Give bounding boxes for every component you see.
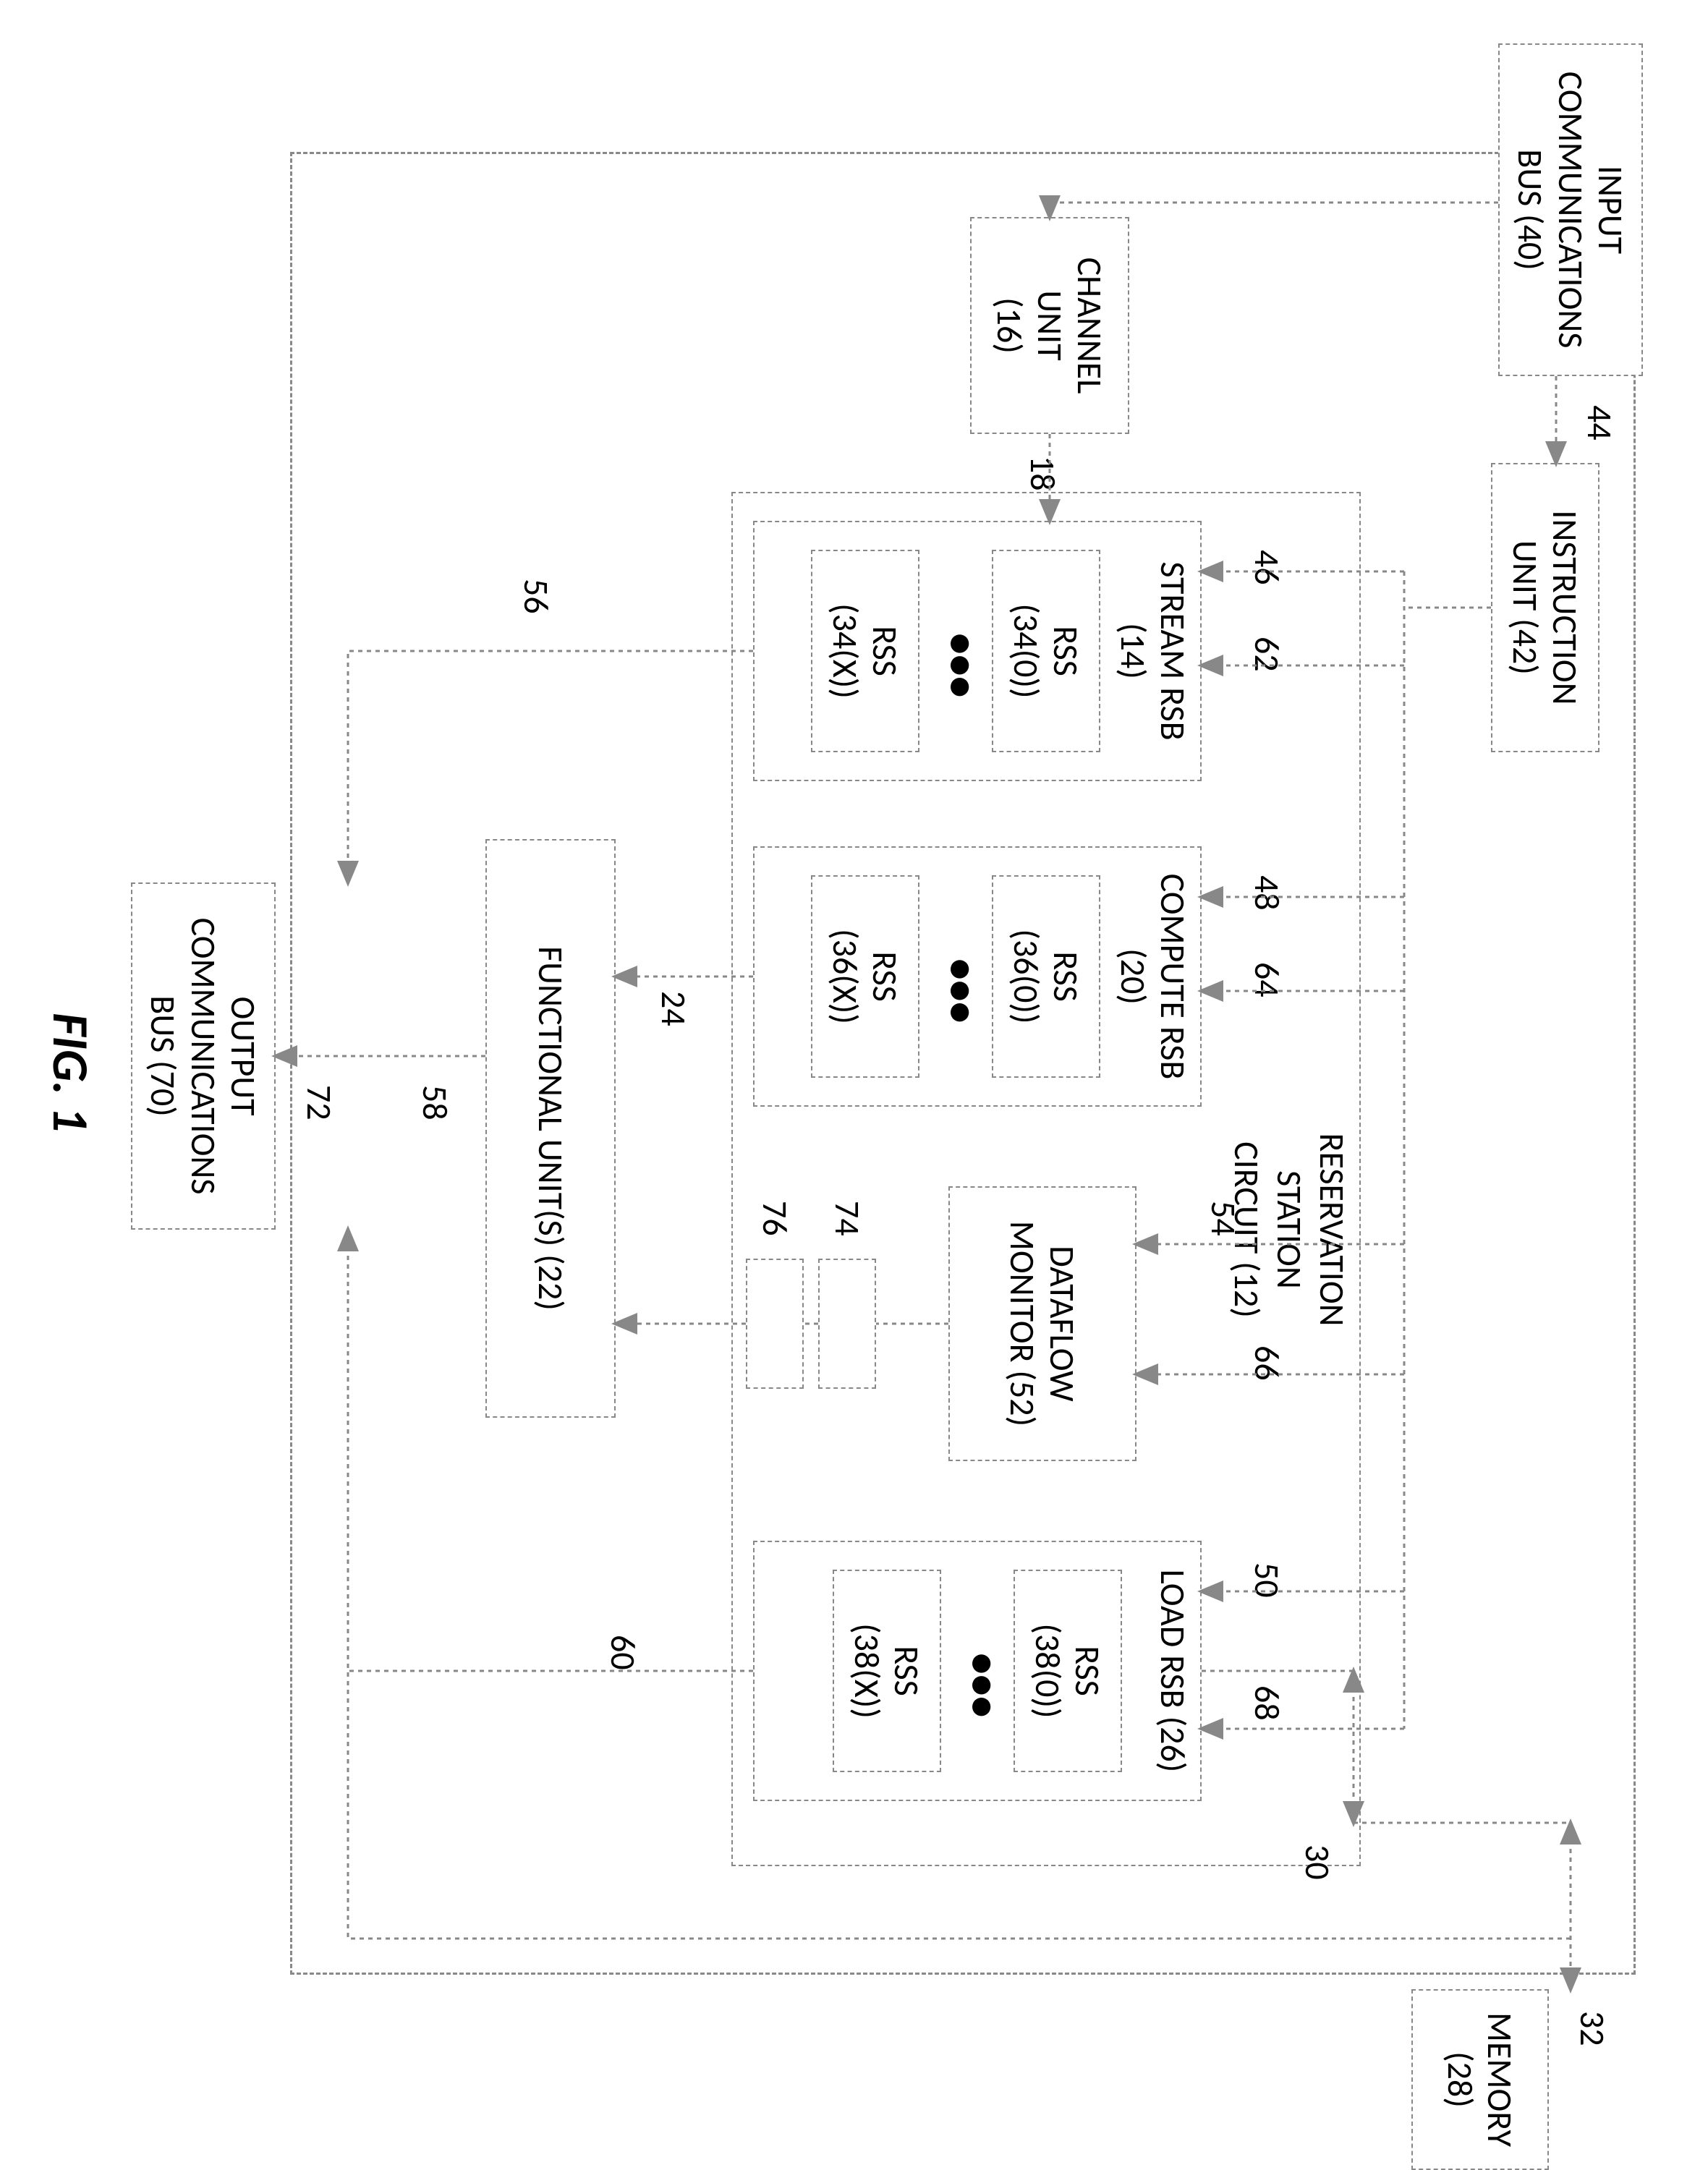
dataflow-monitor: DATAFLOW MONITOR (52) [948, 1186, 1136, 1461]
compute-dots: ••• [935, 958, 988, 1024]
ref-76: 76 [754, 1201, 796, 1236]
ref-30: 30 [1296, 1845, 1339, 1880]
ref-60: 60 [602, 1635, 645, 1670]
instruction-unit: INSTRUCTION UNIT (42) [1491, 463, 1599, 752]
instruction-unit-label: INSTRUCTION UNIT (42) [1505, 510, 1585, 705]
load-dots: ••• [957, 1653, 1010, 1718]
box-74 [818, 1259, 876, 1389]
ref-66: 66 [1246, 1345, 1288, 1381]
compute-rss-x: RSS (36(X)) [811, 875, 919, 1078]
ref-64: 64 [1246, 962, 1288, 997]
output-comm-bus: OUTPUT COMMUNICATIONS BUS (70) [131, 882, 276, 1230]
ref-58: 58 [414, 1085, 456, 1120]
box-76 [746, 1259, 804, 1389]
compute-rss-0: RSS (36(0)) [992, 875, 1100, 1078]
stream-rss-x: RSS (34(X)) [811, 550, 919, 752]
stream-dots: ••• [935, 633, 988, 698]
stream-rss-0: RSS (34(0)) [992, 550, 1100, 752]
compute-rss-0-label: RSS (36(0)) [1006, 929, 1086, 1024]
ref-24: 24 [653, 991, 695, 1026]
channel-unit: CHANNEL UNIT (16) [970, 217, 1129, 434]
functional-units-label: FUNCTIONAL UNIT(S) (22) [530, 946, 570, 1311]
ref-44: 44 [1579, 405, 1621, 441]
ref-68: 68 [1246, 1685, 1288, 1721]
channel-unit-label: CHANNEL UNIT (16) [990, 258, 1110, 394]
load-rss-0: RSS (38(0)) [1014, 1570, 1122, 1772]
input-comm-bus: INPUT COMMUNICATIONS BUS (40) [1498, 43, 1643, 376]
functional-units: FUNCTIONAL UNIT(S) (22) [485, 839, 616, 1418]
stream-rss-0-label: RSS (34(0)) [1006, 603, 1086, 698]
figure-caption: FIG. 1 [40, 1013, 102, 1132]
ref-56: 56 [515, 579, 558, 614]
ref-62: 62 [1246, 637, 1288, 672]
stream-rsb-title: STREAM RSB (14) [1113, 561, 1193, 740]
ref-72: 72 [298, 1085, 341, 1120]
memory: MEMORY (28) [1411, 1989, 1549, 2170]
ref-46: 46 [1246, 550, 1288, 585]
input-comm-bus-label: INPUT COMMUNICATIONS BUS (40) [1511, 72, 1631, 349]
compute-rss-x-label: RSS (36(X)) [825, 929, 905, 1024]
dataflow-monitor-label: DATAFLOW MONITOR (52) [1003, 1221, 1082, 1426]
output-comm-bus-label: OUTPUT COMMUNICATIONS BUS (70) [143, 918, 263, 1195]
ref-32: 32 [1571, 2011, 1614, 2046]
load-rss-x-label: RSS (38(X)) [847, 1623, 927, 1719]
ref-18: 18 [1021, 456, 1064, 491]
load-rss-0-label: RSS (38(0)) [1028, 1623, 1108, 1718]
memory-label: MEMORY (28) [1440, 2012, 1520, 2147]
load-rsb-title: LOAD RSB (26) [1153, 1570, 1193, 1773]
stream-rss-x-label: RSS (34(X)) [825, 603, 905, 699]
ref-48: 48 [1246, 875, 1288, 911]
ref-50: 50 [1246, 1562, 1288, 1598]
ref-54: 54 [1202, 1201, 1245, 1236]
compute-rsb-title: COMPUTE RSB (20) [1113, 874, 1193, 1080]
ref-74: 74 [826, 1201, 869, 1236]
load-rss-x: RSS (38(X)) [833, 1570, 941, 1772]
